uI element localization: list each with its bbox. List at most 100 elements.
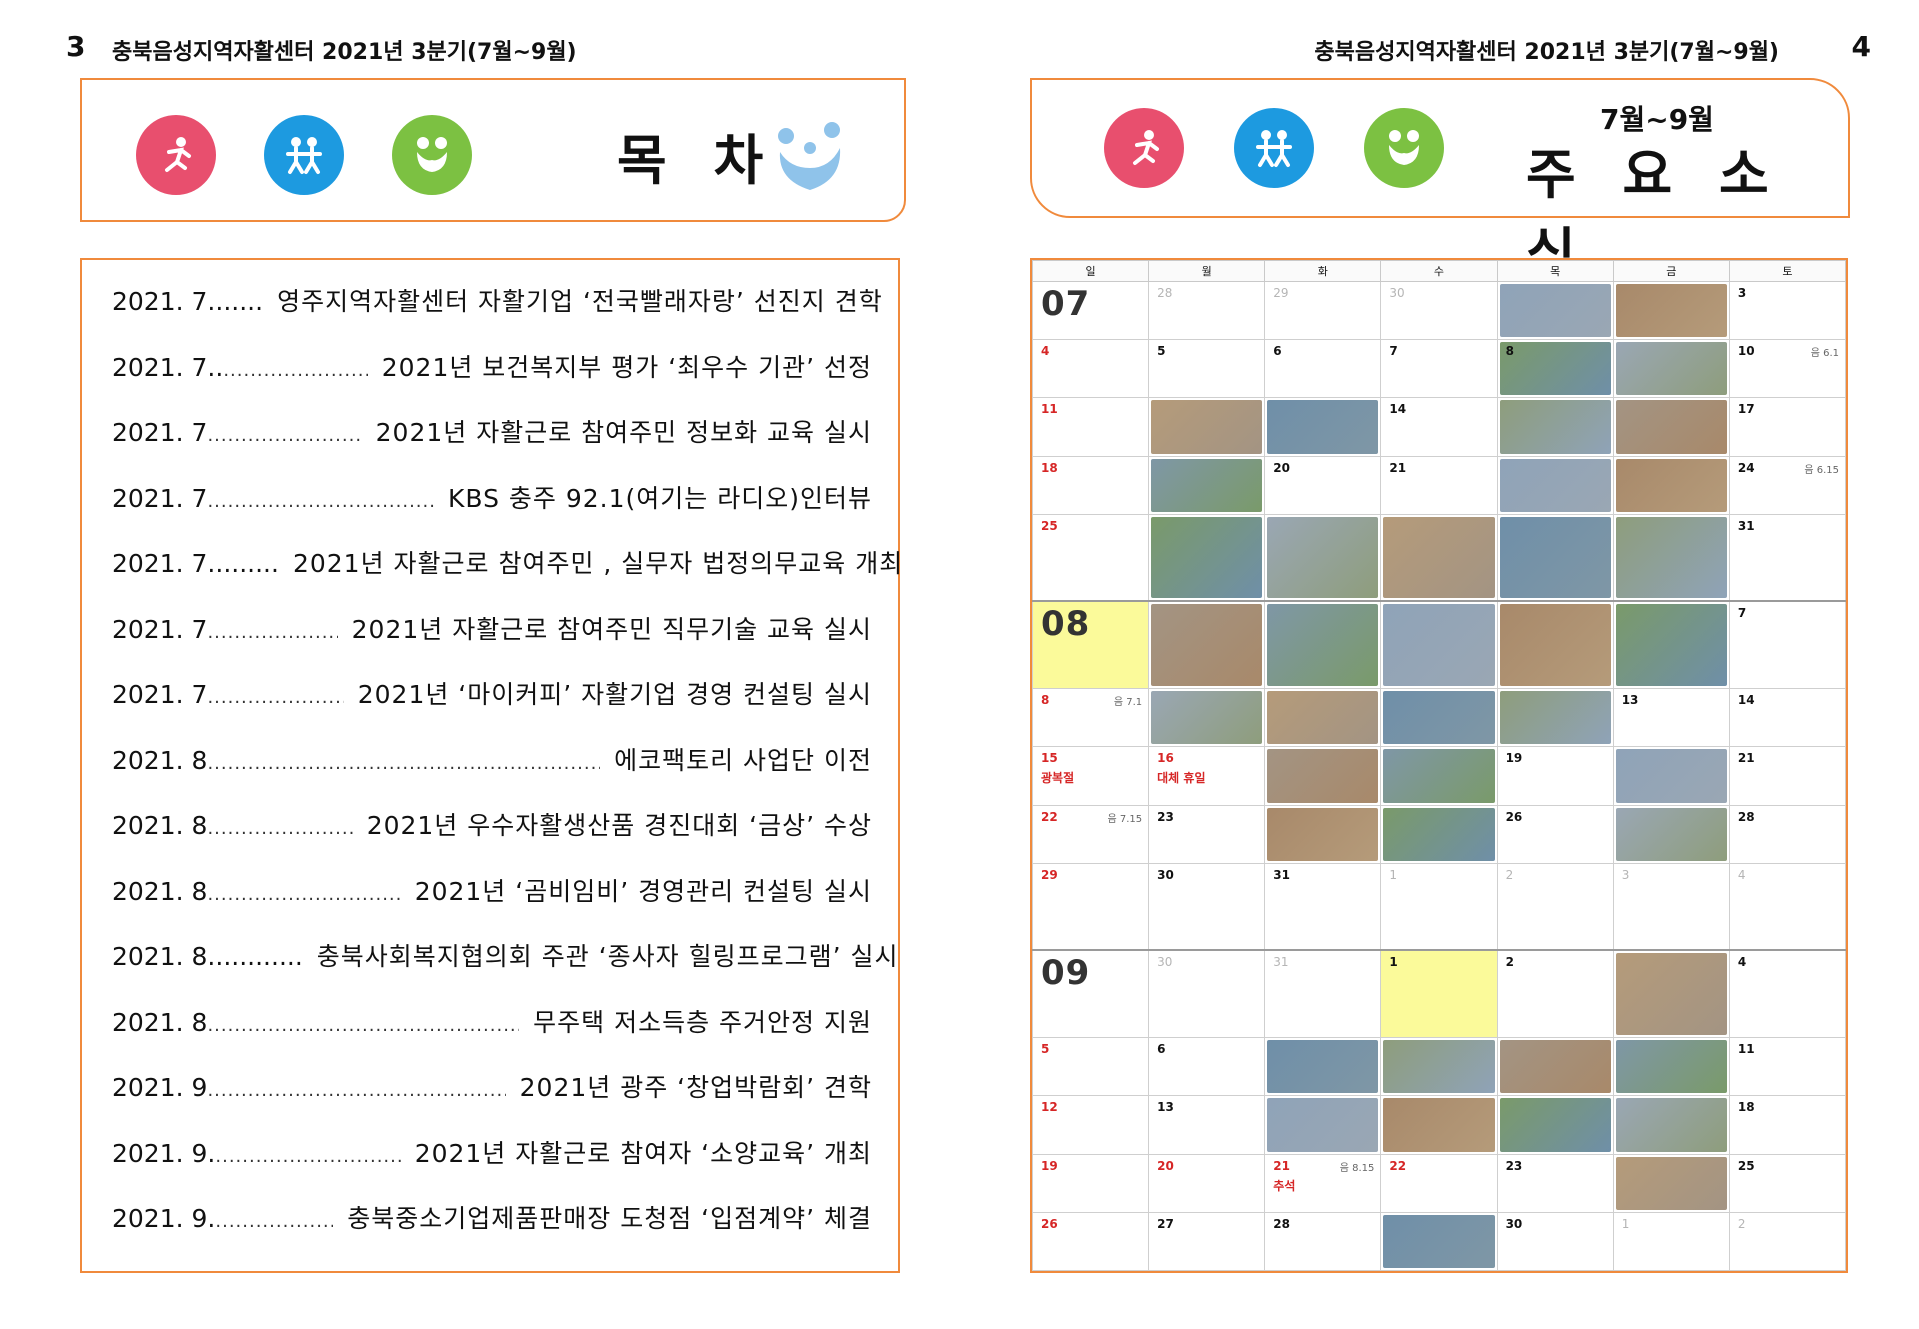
day-number: 18 <box>1041 460 1058 475</box>
day-number: 13 <box>1621 693 1639 708</box>
calendar-day-cell <box>1264 1095 1382 1155</box>
day-number: 31 <box>1737 518 1755 533</box>
calendar-day-cell: 15 광복절 <box>1031 746 1150 806</box>
calendar-day-cell: 31 <box>1264 862 1382 951</box>
day-number: 10 <box>1737 344 1755 359</box>
event-photo <box>1615 284 1727 338</box>
calendar-day-cell: 19 <box>1496 746 1614 806</box>
day-number: 13 <box>1157 1100 1174 1115</box>
calendar-day-cell <box>1612 1095 1730 1155</box>
toc-title: 무주택 저소득층 주거안정 지원 <box>533 1007 872 1037</box>
calendar-day-cell: 18 <box>1031 455 1150 515</box>
toc-leader-dots: ........................................… <box>207 883 400 905</box>
calendar-week-row: 09 30 31 1 2 4 <box>1031 949 1847 1039</box>
calendar-day-cell: 4 <box>1728 862 1847 951</box>
calendar-day-cell <box>1380 1095 1498 1155</box>
toc-entry: 2021. 7.................................… <box>112 479 872 515</box>
calendar-day-cell: 13 <box>1148 1095 1266 1155</box>
toc-entry: 2021. 7.................................… <box>112 610 872 646</box>
calendar-day-cell: 30 <box>1148 949 1266 1039</box>
event-photo <box>1267 749 1379 803</box>
toc-title: 2021년 우수자활생산품 경진대회 ‘금상’ 수상 <box>366 811 872 840</box>
toc-entry: 2021. 7.................................… <box>112 413 872 449</box>
running-header-left: 충북음성지역자활센터 2021년 3분기(7월~9월) <box>112 40 577 65</box>
toc-date: 2021. 8............ <box>112 942 303 971</box>
calendar-day-cell <box>1496 280 1614 341</box>
toc-title: 2021년 자활근로 참여주민 정보화 교육 실시 <box>375 418 872 447</box>
calendar-day-cell <box>1612 600 1730 690</box>
calendar-day-cell <box>1264 746 1382 806</box>
day-number: 1 <box>1389 955 1398 970</box>
calendar-day-cell <box>1264 513 1382 602</box>
day-number: 5 <box>1157 344 1166 359</box>
day-number: 11 <box>1737 1042 1755 1057</box>
calendar-day-cell: 3 <box>1612 862 1730 951</box>
month-label: 09 <box>1041 953 1091 994</box>
runner-icon <box>1104 108 1184 188</box>
event-photo <box>1383 604 1495 687</box>
calendar-day-cell <box>1264 804 1382 864</box>
toc-title: 충북중소기업제품판매장 도청점 ‘입점계약’ 체결 <box>347 1204 872 1233</box>
toc-title: 목 차 <box>617 129 778 192</box>
day-number: 15 <box>1041 751 1058 766</box>
calendar-day-cell: 17 <box>1728 397 1847 457</box>
calendar-day-cell: 29 <box>1031 862 1150 951</box>
calendar-day-cell: 28 <box>1148 280 1266 341</box>
toc-entry: 2021. 8.................................… <box>112 1003 872 1039</box>
day-number: 4 <box>1041 344 1050 359</box>
month-label: 07 <box>1041 284 1091 324</box>
calendar-day-cell: 23 <box>1148 804 1266 864</box>
day-number: 19 <box>1041 1158 1058 1173</box>
toc-date: 2021. 8 <box>112 1007 208 1037</box>
calendar-day-cell: 22 <box>1380 1153 1498 1213</box>
day-number: 26 <box>1041 1216 1058 1231</box>
calendar-day-cell <box>1612 804 1730 864</box>
calendar-day-cell: 2 <box>1496 862 1614 951</box>
toc-title: 2021년 ‘곰비임비’ 경영관리 컨설팅 실시 <box>414 876 872 906</box>
toc-title: 2021년 자활근로 참여자 ‘소양교육’ 개최 <box>414 1138 872 1168</box>
toc-entry: 2021. 8.................................… <box>112 872 872 908</box>
day-number: 20 <box>1157 1158 1174 1173</box>
day-number: 25 <box>1737 1158 1755 1173</box>
calendar-day-cell <box>1380 804 1498 864</box>
runner-icon <box>136 115 216 195</box>
calendar-week-row: 11 14 17 <box>1031 397 1847 457</box>
calendar-day-cell: 14 <box>1728 688 1847 748</box>
calendar-day-cell <box>1612 746 1730 806</box>
calendar-week-row: 25 31 <box>1031 513 1847 602</box>
event-photo <box>1499 691 1611 745</box>
toc-date: 2021. 9. <box>112 1138 216 1168</box>
day-number: 3 <box>1621 867 1630 882</box>
day-number: 5 <box>1041 1042 1050 1057</box>
toc-leader-dots: ........................................… <box>207 752 600 774</box>
day-number: 1 <box>1389 867 1398 882</box>
toc-title: 2021년 보건복지부 평가 ‘최우수 기관’ 선정 <box>381 352 872 382</box>
calendar-day-cell <box>1148 397 1266 457</box>
toc-entry: 2021. 8.................................… <box>112 806 872 842</box>
day-number: 31 <box>1273 867 1290 882</box>
event-photo <box>1499 516 1611 599</box>
toc-title: 충북사회복지협의회 주관 ‘종사자 힐링프로그램’ 실시 <box>316 942 899 971</box>
calendar-day-cell <box>1612 513 1730 602</box>
family-heart-icon <box>772 118 848 194</box>
calendar-day-cell: 31 <box>1728 513 1847 602</box>
day-number: 24 <box>1737 460 1755 475</box>
calendar-day-cell: 26 <box>1496 804 1614 864</box>
calendar-day-cell <box>1496 600 1614 690</box>
calendar-day-cell: 10 음 6.1 <box>1728 339 1847 399</box>
lunar-date: 음 8.15 <box>1339 1162 1375 1174</box>
day-number: 30 <box>1389 286 1405 300</box>
calendar-week-row: 15 광복절 16 대체 휴일 19 21 <box>1031 746 1847 806</box>
calendar-week-row: 5 6 11 <box>1031 1037 1847 1097</box>
event-photo <box>1151 458 1263 512</box>
calendar-day-cell <box>1148 688 1266 748</box>
news-banner: 7월~9월 주 요 소 식 <box>1030 78 1850 285</box>
calendar-day-cell: 30 <box>1148 862 1266 951</box>
toc-date: 2021. 9. <box>112 1204 216 1233</box>
calendar-day-cell: 6 <box>1148 1037 1266 1097</box>
event-photo <box>1383 691 1495 745</box>
day-number: 11 <box>1041 402 1058 417</box>
event-photo <box>1383 807 1495 861</box>
calendar-day-cell: 21 <box>1728 746 1847 806</box>
event-photo <box>1383 516 1495 599</box>
